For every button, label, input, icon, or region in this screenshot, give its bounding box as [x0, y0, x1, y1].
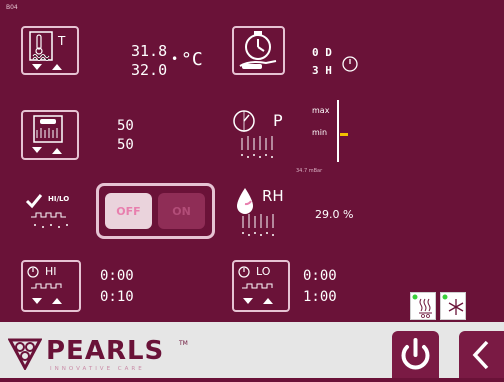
hilo-label: HI/LO: [48, 195, 70, 203]
temperature-setpoint: 32.0: [131, 61, 168, 79]
humidity-measured: 50: [117, 118, 134, 134]
hilo-off-button[interactable]: OFF: [105, 193, 152, 229]
humidity-setpoint: 50: [117, 137, 134, 153]
hi-timer-button[interactable]: HI: [21, 260, 81, 312]
temperature-measured: 31.8: [131, 42, 168, 60]
humidifier-icon: [32, 115, 63, 154]
lo-label: LO: [256, 265, 271, 278]
brand-name: PEARLS: [46, 336, 165, 366]
pearls-logo-icon: [8, 338, 42, 370]
heater-status-indicator: [410, 292, 436, 320]
thermometer-icon: [29, 31, 62, 70]
temperature-button[interactable]: T: [21, 26, 79, 75]
heater-icon: [412, 294, 432, 318]
lo-time-1: 0:00: [303, 268, 337, 284]
hi-label: HI: [45, 265, 57, 278]
lo-time-2: 1:00: [303, 289, 337, 305]
pressure-reading: 34.7 mBar: [296, 168, 323, 174]
hi-time-2: 0:10: [100, 289, 134, 305]
stopwatch-icon: [239, 31, 277, 69]
timer-days: 0 D: [312, 46, 332, 59]
lo-timer-button[interactable]: LO: [232, 260, 290, 312]
brand-trademark: TM: [179, 340, 188, 347]
humidity-level-button[interactable]: [21, 110, 79, 160]
timer-button[interactable]: [232, 26, 285, 75]
chevron-left-icon: [472, 340, 489, 370]
screen-id: B04: [6, 4, 18, 11]
temperature-unit: °C: [181, 49, 203, 70]
temperature-letter: T: [58, 34, 66, 48]
pressure-scale-bar: [337, 100, 339, 162]
hilo-on-button[interactable]: ON: [158, 193, 205, 229]
pressure-scale-max: max: [312, 106, 330, 115]
hilo-toggle[interactable]: OFF ON: [96, 183, 215, 239]
clock-icon: [342, 56, 358, 72]
power-button[interactable]: [392, 331, 439, 378]
degree-dot: •: [171, 52, 179, 66]
brand-tagline: INNOVATIVE CARE: [50, 366, 145, 372]
power-icon: [401, 338, 430, 370]
check-icon: [25, 194, 68, 228]
back-button[interactable]: [459, 331, 504, 378]
timer-hours: 3 H: [312, 64, 332, 77]
pressure-letter: P: [273, 111, 283, 130]
rh-value: 29.0 %: [315, 208, 354, 221]
cooling-status-indicator: [440, 292, 466, 320]
pressure-gauge-icon: [233, 110, 273, 158]
hi-time-1: 0:00: [100, 268, 134, 284]
pressure-scale-min: min: [312, 128, 328, 137]
rh-label: RH: [262, 187, 284, 205]
snowflake-icon: [442, 294, 464, 315]
pressure-level-marker: [340, 133, 348, 136]
hilo-mode-indicator: HI/LO: [21, 183, 79, 239]
